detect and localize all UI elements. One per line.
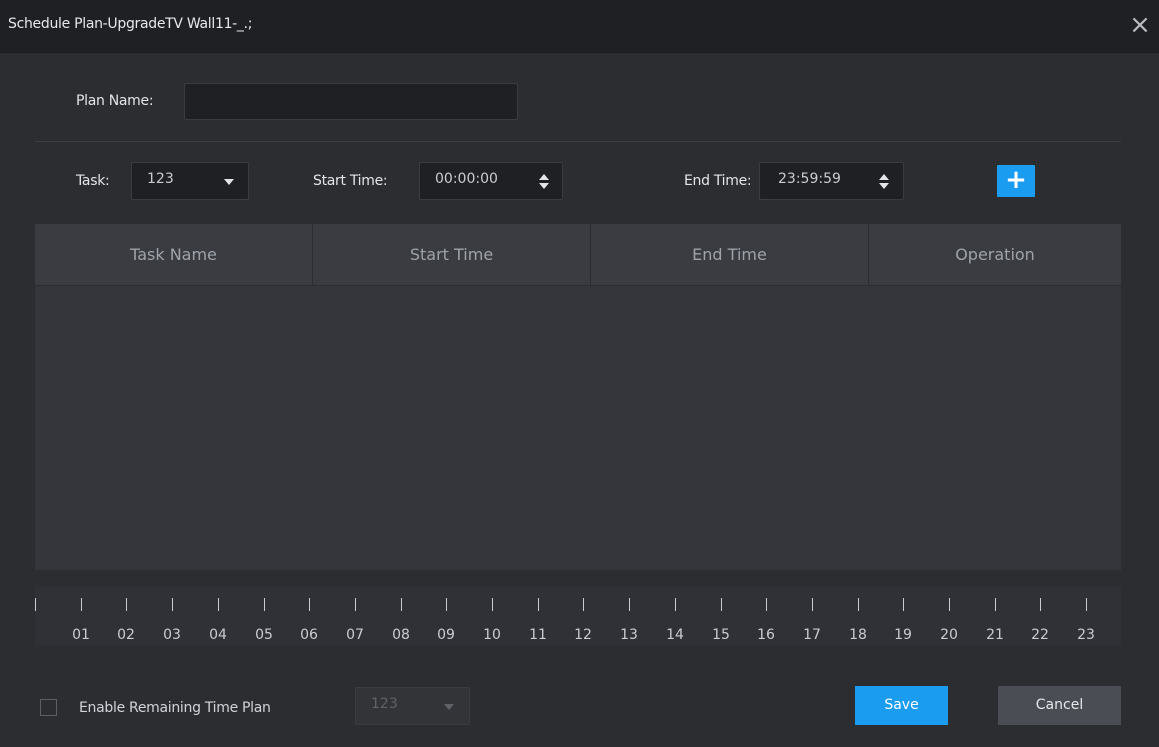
timeline-tick (309, 598, 310, 611)
divider (35, 141, 1121, 142)
timeline-tick (858, 598, 859, 611)
end-time-value: 23:59:59 (778, 171, 841, 187)
timeline-tick (812, 598, 813, 611)
task-label: Task: (76, 173, 110, 189)
timeline-hour-label: 18 (849, 627, 867, 643)
timeline-hour-label: 07 (346, 627, 364, 643)
timeline-hour-label: 15 (712, 627, 730, 643)
chevron-down-icon (224, 179, 234, 185)
timeline-tick (446, 598, 447, 611)
remaining-plan-dropdown: 123 (355, 687, 470, 725)
chevron-down-icon (444, 704, 454, 710)
spinner-arrows-icon[interactable] (539, 174, 549, 190)
timeline-hour-label: 05 (255, 627, 273, 643)
add-task-button[interactable]: + (997, 165, 1035, 197)
timeline-tick (81, 598, 82, 611)
timeline-tick (903, 598, 904, 611)
close-icon[interactable]: × (1127, 12, 1153, 38)
timeline-tick (538, 598, 539, 611)
enable-remaining-label: Enable Remaining Time Plan (79, 700, 271, 716)
column-header-operation: Operation (955, 245, 1035, 264)
timeline-tick (1086, 598, 1087, 611)
timeline-hour-label: 16 (757, 627, 775, 643)
timeline-tick (172, 598, 173, 611)
task-dropdown[interactable]: 123 (131, 162, 249, 200)
timeline-hour-label: 10 (483, 627, 501, 643)
timeline-hour-label: 04 (209, 627, 227, 643)
timeline-tick (995, 598, 996, 611)
timeline-tick (355, 598, 356, 611)
timeline-tick (218, 598, 219, 611)
start-time-label: Start Time: (313, 173, 388, 189)
timeline-tick (35, 598, 36, 611)
start-time-value: 00:00:00 (435, 171, 498, 187)
column-header-end-time: End Time (591, 224, 869, 285)
timeline-tick (583, 598, 584, 611)
timeline-tick (629, 598, 630, 611)
timeline-hour-label: 09 (437, 627, 455, 643)
column-header-task-name: Task Name (35, 224, 313, 285)
timeline-hour-label: 13 (620, 627, 638, 643)
save-button[interactable]: Save (855, 686, 948, 725)
cancel-button[interactable]: Cancel (998, 686, 1121, 725)
end-time-label: End Time: (684, 173, 752, 189)
timeline-tick (675, 598, 676, 611)
timeline-tick (126, 598, 127, 611)
timeline: 01 02 03 04 05 06 07 08 09 10 11 12 13 14 15 16 17 18 19 20… (35, 587, 1121, 645)
timeline-hour-label: 01 (72, 627, 90, 643)
remaining-plan-value: 123 (371, 696, 398, 712)
timeline-hour-label: 06 (300, 627, 318, 643)
timeline-hour-label: 21 (986, 627, 1004, 643)
timeline-hour-label: 23 (1077, 627, 1095, 643)
timeline-tick (492, 598, 493, 611)
spinner-arrows-icon[interactable] (879, 174, 889, 190)
timeline-tick (1040, 598, 1041, 611)
timeline-hour-label: 11 (529, 627, 547, 643)
timeline-hour-label: 19 (894, 627, 912, 643)
timeline-hour-label: 14 (666, 627, 684, 643)
enable-remaining-checkbox[interactable] (40, 699, 57, 716)
timeline-hour-label: 22 (1031, 627, 1049, 643)
timeline-tick (949, 598, 950, 611)
plan-name-label: Plan Name: (76, 93, 154, 109)
timeline-tick (264, 598, 265, 611)
table-header: Task Name Start Time End Time Operation (35, 224, 1121, 286)
timeline-hour-label: 20 (940, 627, 958, 643)
timeline-tick (721, 598, 722, 611)
timeline-hour-label: 08 (392, 627, 410, 643)
schedule-plan-dialog: Schedule Plan-UpgradeTV Wall11-_.; × Pla… (0, 0, 1159, 747)
timeline-tick (766, 598, 767, 611)
plan-name-input[interactable] (184, 83, 518, 120)
column-header-start-time: Start Time (313, 224, 591, 285)
start-time-spinner[interactable]: 00:00:00 (419, 162, 563, 200)
title-bar: Schedule Plan-UpgradeTV Wall11-_.; × (0, 0, 1159, 53)
timeline-hour-label: 12 (574, 627, 592, 643)
task-dropdown-value: 123 (147, 171, 174, 187)
end-time-spinner[interactable]: 23:59:59 (759, 162, 904, 200)
timeline-hour-label: 17 (803, 627, 821, 643)
timeline-tick (401, 598, 402, 611)
dialog-title: Schedule Plan-UpgradeTV Wall11-_.; (8, 16, 253, 32)
task-table: Task Name Start Time End Time Operation (35, 224, 1121, 570)
timeline-hour-label: 03 (163, 627, 181, 643)
timeline-hour-label: 02 (117, 627, 135, 643)
table-body (35, 286, 1121, 570)
